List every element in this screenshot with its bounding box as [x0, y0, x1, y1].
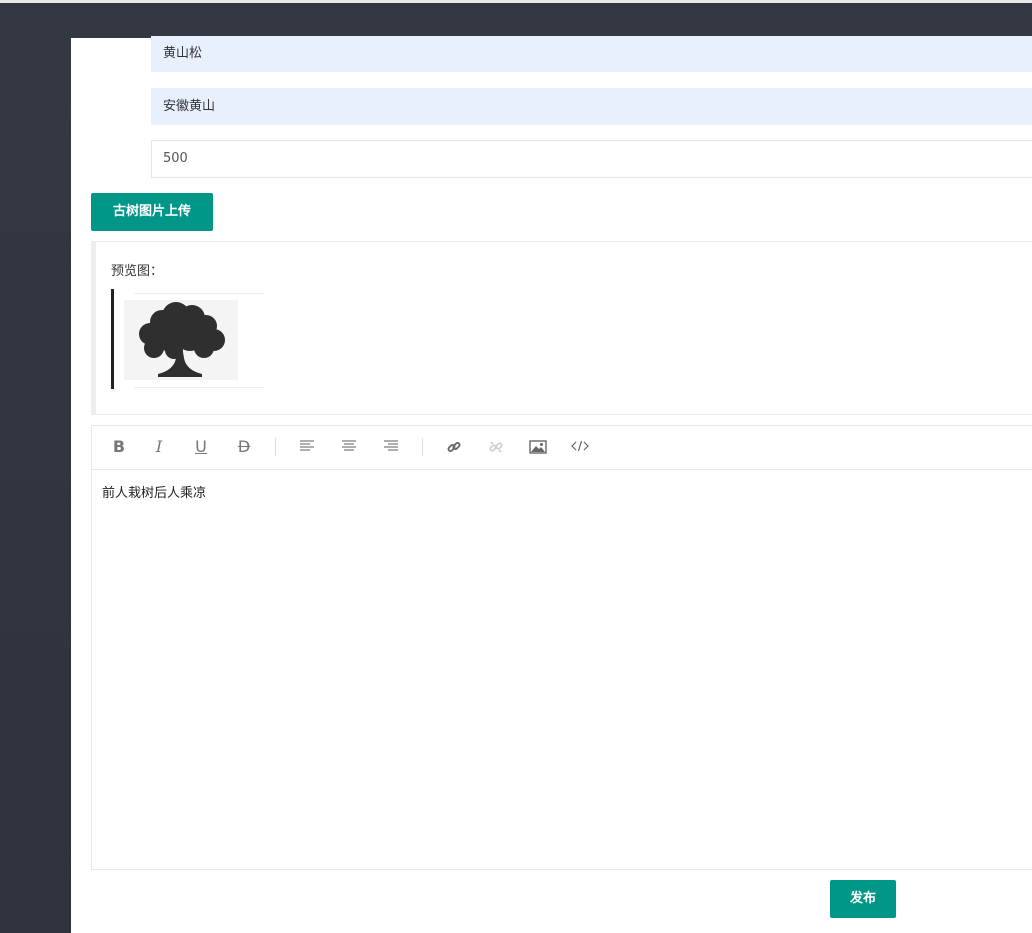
top-border	[0, 0, 1032, 3]
age-input[interactable]: 500	[151, 140, 1032, 178]
upload-image-button[interactable]: 古树图片上传	[91, 193, 213, 231]
tree-silhouette-icon	[124, 300, 238, 380]
bold-icon[interactable]: B	[106, 434, 132, 460]
thumb-top-line	[134, 293, 264, 294]
editor-content[interactable]: 前人栽树后人乘凉	[102, 482, 206, 501]
age-value: 500	[163, 151, 188, 166]
strikethrough-icon[interactable]: D	[231, 434, 257, 460]
toolbar-separator	[275, 438, 276, 456]
italic-icon[interactable]: I	[146, 434, 172, 460]
tree-name-value: 黄山松	[163, 46, 203, 61]
toolbar-separator	[422, 438, 423, 456]
tree-name-input[interactable]: 黄山松	[151, 36, 1032, 72]
link-icon[interactable]	[441, 434, 467, 460]
location-input[interactable]: 安徽黄山	[151, 88, 1032, 125]
preview-thumbnail	[111, 289, 264, 389]
publish-button[interactable]: 发布	[830, 880, 896, 918]
underline-icon[interactable]: U	[188, 434, 214, 460]
form-panel: 黄山松 安徽黄山 500 古树图片上传 预览图： B I U D 前人栽树后人乘…	[71, 36, 1032, 933]
image-icon[interactable]	[525, 434, 551, 460]
location-value: 安徽黄山	[163, 99, 216, 114]
align-center-icon[interactable]	[336, 434, 362, 460]
code-icon[interactable]	[567, 434, 593, 460]
align-right-icon[interactable]	[378, 434, 404, 460]
editor-toolbar: B I U D	[92, 426, 1032, 470]
preview-box: 预览图：	[91, 241, 1032, 415]
unlink-icon[interactable]	[483, 434, 509, 460]
thumb-bottom-line	[134, 387, 264, 388]
align-left-icon[interactable]	[294, 434, 320, 460]
preview-label: 预览图：	[111, 264, 164, 279]
rich-text-editor: B I U D 前人栽树后人乘凉	[91, 425, 1032, 870]
